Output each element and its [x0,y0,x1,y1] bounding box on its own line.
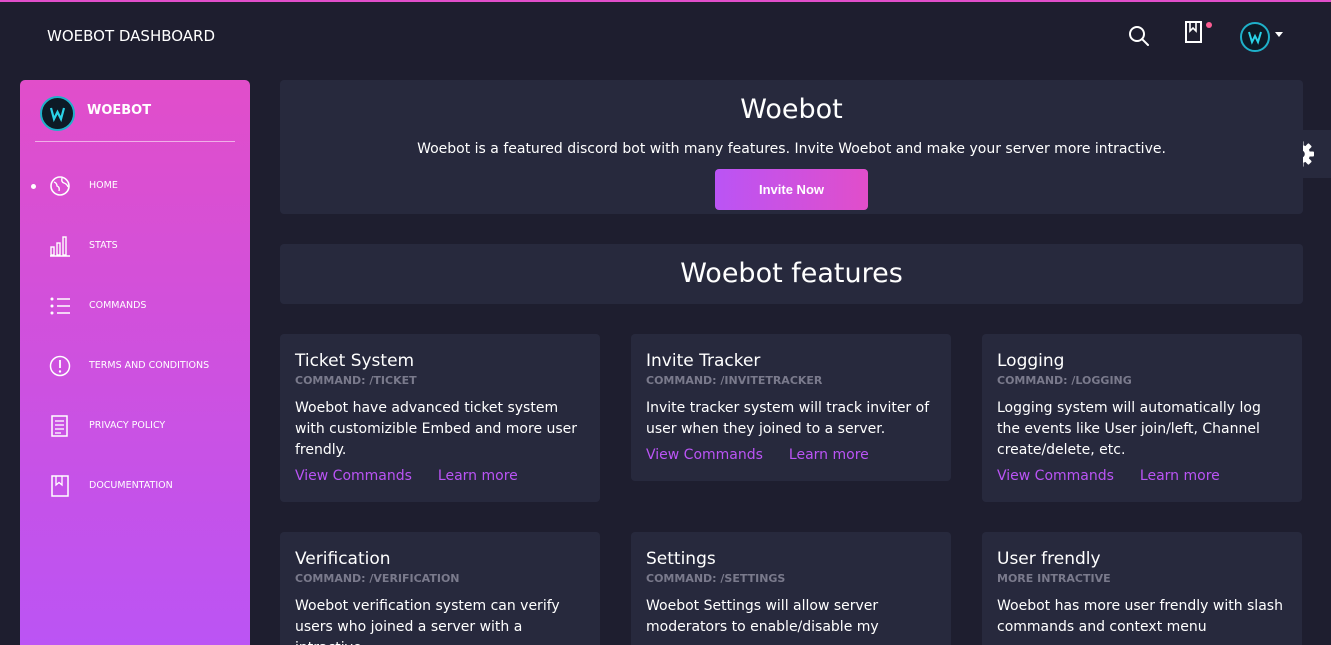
notification-dot [1206,22,1212,28]
sidebar-item-privacy[interactable]: PRIVACY POLICY [20,406,250,446]
caret-down-icon[interactable] [1275,32,1283,37]
feature-subtitle: COMMAND: /LOGGING [997,374,1132,387]
sidebar-item-home[interactable]: HOME [20,166,250,206]
feature-title: User frendly [997,549,1101,569]
feature-card-user-frendly: User frendly MORE INTRACTIVE Woebot has … [982,532,1302,645]
feature-subtitle: COMMAND: /SETTINGS [646,572,786,585]
view-commands-link[interactable]: View Commands [295,468,412,484]
bookmark-icon[interactable] [1183,20,1205,46]
invite-now-button[interactable]: Invite Now [715,169,868,210]
globe-icon [48,174,72,198]
feature-title: Verification [295,549,391,569]
feature-description: Woebot Settings will allow server modera… [646,598,879,635]
feature-title: Ticket System [295,351,415,371]
sidebar-item-label: DOCUMENTATION [89,480,173,491]
sidebar-item-label: TERMS AND CONDITIONS [89,360,210,371]
sidebar-logo[interactable] [40,96,75,131]
list-icon [48,294,72,318]
document-icon [48,414,72,438]
sidebar-item-commands[interactable]: COMMANDS [20,286,250,326]
feature-description: Woebot has more user frendly with slash … [997,598,1283,635]
feature-description: Woebot have advanced ticket system with … [295,400,578,458]
feature-description: Invite tracker system will track inviter… [646,400,930,437]
feature-title: Invite Tracker [646,351,761,371]
view-commands-link[interactable]: View Commands [997,468,1114,484]
view-commands-link[interactable]: View Commands [646,447,763,463]
hero-description: Woebot is a featured discord bot with ma… [417,141,1166,157]
feature-title: Logging [997,351,1065,371]
feature-card-invite-tracker: Invite Tracker COMMAND: /INVITETRACKER I… [631,334,951,481]
feature-subtitle: COMMAND: /VERIFICATION [295,572,460,585]
sidebar-item-documentation[interactable]: DOCUMENTATION [20,466,250,506]
feature-title: Settings [646,549,716,569]
feature-card-verification: Verification COMMAND: /VERIFICATION Woeb… [280,532,600,645]
feature-subtitle: MORE INTRACTIVE [997,572,1111,585]
feature-description: Woebot verification system can verify us… [295,598,560,645]
hero-title: Woebot [740,94,843,125]
alert-circle-icon [48,354,72,378]
sidebar-item-label: COMMANDS [89,300,147,311]
feature-card-ticket: Ticket System COMMAND: /TICKET Woebot ha… [280,334,600,502]
navbar: WOEBOT DASHBOARD [0,2,1331,70]
bar-chart-icon [48,234,72,258]
sidebar: WOEBOT HOME STATS COMMANDS TERMS AND CON… [20,80,250,645]
feature-card-settings: Settings COMMAND: /SETTINGS Woebot Setti… [631,532,951,645]
features-title: Woebot features [680,258,903,289]
book-icon [48,474,72,498]
sidebar-divider [35,141,235,142]
sidebar-item-label: STATS [89,240,118,251]
sidebar-item-terms[interactable]: TERMS AND CONDITIONS [20,346,250,386]
avatar[interactable] [1240,22,1270,52]
search-icon[interactable] [1127,24,1151,48]
hero-card: Woebot Woebot is a featured discord bot … [280,80,1303,214]
sidebar-item-label: HOME [89,180,118,191]
sidebar-brand[interactable]: WOEBOT [87,103,151,118]
sidebar-item-label: PRIVACY POLICY [89,420,166,431]
feature-description: Logging system will automatically log th… [997,400,1261,458]
learn-more-link[interactable]: Learn more [438,468,518,484]
learn-more-link[interactable]: Learn more [1140,468,1220,484]
feature-subtitle: COMMAND: /INVITETRACKER [646,374,823,387]
feature-card-logging: Logging COMMAND: /LOGGING Logging system… [982,334,1302,502]
active-indicator [31,184,36,189]
navbar-brand[interactable]: WOEBOT DASHBOARD [47,27,215,45]
feature-subtitle: COMMAND: /TICKET [295,374,417,387]
features-header-card: Woebot features [280,244,1303,304]
sidebar-item-stats[interactable]: STATS [20,226,250,266]
learn-more-link[interactable]: Learn more [789,447,869,463]
